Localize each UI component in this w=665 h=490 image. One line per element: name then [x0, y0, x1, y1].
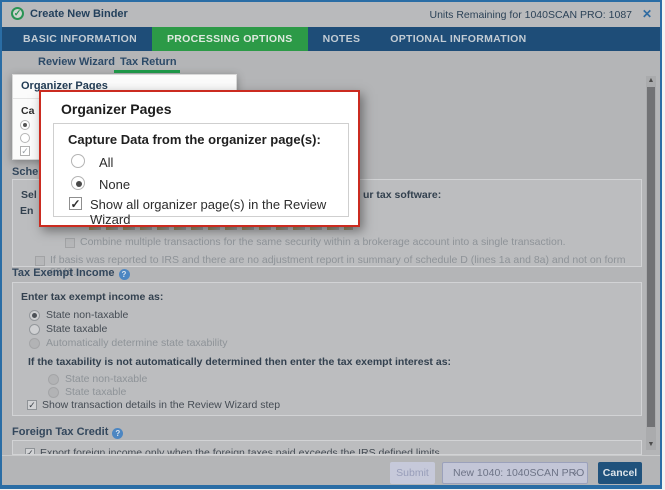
organizer-pages-popup: Organizer Pages Capture Data from the or… [39, 90, 360, 227]
check-icon: ✓ [70, 197, 80, 211]
radio-auto-determine-label: Automatically determine state taxability [46, 337, 228, 349]
schedule-select-line-fragment-right: ur tax software: [363, 189, 441, 201]
capture-data-label-fragment: Ca [21, 105, 34, 117]
popup-options-box: Capture Data from the organizer page(s):… [53, 123, 349, 217]
organizer-radio-1[interactable] [20, 120, 30, 130]
schedule-section-header-fragment: Sche [12, 166, 38, 178]
sub-radio-state-taxable-label: State taxable [65, 386, 126, 398]
export-foreign-income-checkbox[interactable]: ✓ [25, 448, 35, 455]
organizer-checkbox[interactable]: ✓ [20, 146, 30, 156]
show-all-organizer-pages-label: Show all organizer page(s) in the Review… [90, 197, 348, 227]
show-transaction-details-label: Show transaction details in the Review W… [42, 399, 280, 411]
tax-exempt-intro: Enter tax exempt income as: [21, 291, 163, 303]
active-subtab-underline [114, 70, 180, 73]
radio-state-taxable[interactable] [29, 324, 40, 335]
help-icon[interactable]: ? [119, 269, 130, 280]
tab-processing-options[interactable]: PROCESSING OPTIONS [152, 27, 308, 51]
radio-none-label: None [99, 177, 130, 192]
create-new-binder-dialog: ✓ Create New Binder Units Remaining for … [0, 0, 662, 489]
tax-exempt-header-text: Tax Exempt Income [12, 267, 115, 279]
check-icon: ✓ [28, 400, 36, 410]
chevron-down-icon: ⌄ [570, 462, 579, 482]
close-icon[interactable]: ✕ [642, 7, 652, 21]
organizer-radio-2[interactable] [20, 133, 30, 143]
check-icon: ✓ [21, 146, 29, 156]
tab-optional-information[interactable]: OPTIONAL INFORMATION [375, 27, 541, 51]
cancel-button[interactable]: Cancel [598, 462, 642, 484]
show-all-organizer-pages-checkbox[interactable]: ✓ [69, 197, 82, 210]
radio-all-label: All [99, 155, 113, 170]
tax-exempt-section-header: Tax Exempt Income? [12, 267, 130, 280]
tax-exempt-sub-intro: If the taxability is not automatically d… [28, 356, 451, 368]
radio-state-taxable-label: State taxable [46, 323, 107, 335]
radio-state-non-taxable-label: State non-taxable [46, 309, 128, 321]
tax-exempt-panel: Enter tax exempt income as: State non-ta… [12, 282, 642, 416]
scrollbar-thumb[interactable] [647, 87, 655, 427]
combine-transactions-label: Combine multiple transactions for the sa… [80, 236, 566, 248]
export-foreign-income-label: Export foreign income only when the fore… [40, 447, 443, 455]
dialog-title: Create New Binder [30, 8, 128, 20]
binder-type-value: New 1040: 1040SCAN PRO [453, 463, 584, 483]
basis-reported-label: If basis was reported to IRS and there a… [50, 254, 641, 278]
foreign-tax-header-text: Foreign Tax Credit [12, 426, 108, 438]
check-icon: ✓ [26, 448, 34, 455]
scroll-down-icon[interactable]: ▼ [646, 440, 656, 450]
sub-radio-state-taxable [48, 387, 59, 398]
combine-transactions-checkbox [65, 238, 75, 248]
sub-tab-bar: Review Wizard Tax Return [2, 51, 660, 74]
help-icon[interactable]: ? [112, 428, 123, 439]
units-remaining-label: Units Remaining for 1040SCAN PRO: 1087 [429, 9, 632, 21]
binder-type-dropdown[interactable]: New 1040: 1040SCAN PRO ⌄ [442, 462, 588, 484]
basis-reported-checkbox [35, 256, 45, 266]
subtab-tax-return[interactable]: Tax Return [120, 56, 177, 68]
popup-title: Organizer Pages [61, 101, 172, 117]
subtab-review-wizard[interactable]: Review Wizard [38, 56, 115, 68]
foreign-tax-panel: ✓ Export foreign income only when the fo… [12, 440, 642, 455]
binder-check-icon: ✓ [11, 7, 24, 20]
schedule-enter-line-fragment: En [20, 205, 33, 217]
capture-data-question: Capture Data from the organizer page(s): [68, 132, 321, 147]
radio-state-non-taxable[interactable] [29, 310, 40, 321]
scroll-up-icon[interactable]: ▲ [646, 76, 656, 86]
dialog-title-bar: ✓ Create New Binder Units Remaining for … [2, 2, 660, 27]
radio-none[interactable] [71, 176, 85, 190]
vertical-scrollbar[interactable]: ▲ ▼ [646, 76, 656, 450]
sub-radio-state-non-taxable [48, 374, 59, 385]
foreign-tax-section-header: Foreign Tax Credit? [12, 426, 123, 439]
radio-all[interactable] [71, 154, 85, 168]
submit-button[interactable]: Submit [390, 462, 435, 484]
main-tab-bar: BASIC INFORMATIONPROCESSING OPTIONSNOTES… [2, 27, 660, 51]
tab-basic-information[interactable]: BASIC INFORMATION [8, 27, 152, 51]
tab-notes[interactable]: NOTES [308, 27, 376, 51]
screenshot-stage: ✓ Create New Binder Units Remaining for … [0, 0, 665, 490]
dialog-footer: Submit New 1040: 1040SCAN PRO ⌄ Cancel [2, 455, 660, 485]
sub-radio-state-non-taxable-label: State non-taxable [65, 373, 147, 385]
radio-auto-determine [29, 338, 40, 349]
schedule-select-line-fragment-left: Sel [21, 189, 37, 201]
show-transaction-details-checkbox[interactable]: ✓ [27, 400, 37, 410]
